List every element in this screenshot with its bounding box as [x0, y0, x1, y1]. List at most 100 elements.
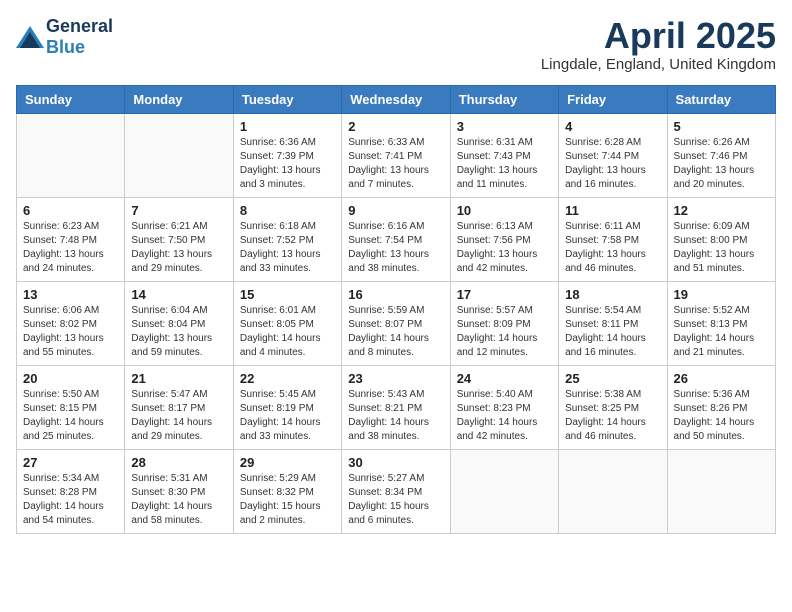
- day-info: Sunrise: 6:36 AM Sunset: 7:39 PM Dayligh…: [240, 136, 335, 192]
- day-info: Sunrise: 5:54 AM Sunset: 8:11 PM Dayligh…: [565, 304, 660, 360]
- day-number: 13: [23, 287, 118, 302]
- calendar-cell: 26 Sunrise: 5:36 AM Sunset: 8:26 PM Dayli…: [667, 365, 775, 449]
- day-info: Sunrise: 5:34 AM Sunset: 8:28 PM Dayligh…: [23, 472, 118, 528]
- day-number: 17: [457, 287, 552, 302]
- day-number: 22: [240, 371, 335, 386]
- weekday-header-monday: Monday: [125, 85, 233, 113]
- week-row-4: 20 Sunrise: 5:50 AM Sunset: 8:15 PM Dayli…: [17, 365, 776, 449]
- day-number: 2: [348, 119, 443, 134]
- calendar-cell: [667, 449, 775, 533]
- day-info: Sunrise: 6:31 AM Sunset: 7:43 PM Dayligh…: [457, 136, 552, 192]
- day-info: Sunrise: 6:18 AM Sunset: 7:52 PM Dayligh…: [240, 220, 335, 276]
- day-number: 23: [348, 371, 443, 386]
- day-info: Sunrise: 6:26 AM Sunset: 7:46 PM Dayligh…: [674, 136, 769, 192]
- calendar-cell: [559, 449, 667, 533]
- day-number: 3: [457, 119, 552, 134]
- day-info: Sunrise: 6:01 AM Sunset: 8:05 PM Dayligh…: [240, 304, 335, 360]
- day-number: 5: [674, 119, 769, 134]
- calendar-cell: 21 Sunrise: 5:47 AM Sunset: 8:17 PM Dayli…: [125, 365, 233, 449]
- weekday-header-friday: Friday: [559, 85, 667, 113]
- day-info: Sunrise: 6:04 AM Sunset: 8:04 PM Dayligh…: [131, 304, 226, 360]
- day-number: 11: [565, 203, 660, 218]
- day-number: 1: [240, 119, 335, 134]
- week-row-1: 1 Sunrise: 6:36 AM Sunset: 7:39 PM Daylig…: [17, 113, 776, 197]
- calendar-cell: 7 Sunrise: 6:21 AM Sunset: 7:50 PM Daylig…: [125, 197, 233, 281]
- calendar-cell: 25Sunrise: 5:38 AM Sunset: 8:25 PM Dayli…: [559, 365, 667, 449]
- day-info: Sunrise: 5:29 AM Sunset: 8:32 PM Dayligh…: [240, 472, 335, 528]
- calendar-cell: 3 Sunrise: 6:31 AM Sunset: 7:43 PM Daylig…: [450, 113, 558, 197]
- calendar-cell: 8Sunrise: 6:18 AM Sunset: 7:52 PM Daylig…: [233, 197, 341, 281]
- day-number: 10: [457, 203, 552, 218]
- day-info: Sunrise: 5:57 AM Sunset: 8:09 PM Dayligh…: [457, 304, 552, 360]
- calendar-cell: 16Sunrise: 5:59 AM Sunset: 8:07 PM Dayli…: [342, 281, 450, 365]
- weekday-header-sunday: Sunday: [17, 85, 125, 113]
- day-number: 21: [131, 371, 226, 386]
- day-number: 26: [674, 371, 769, 386]
- day-number: 29: [240, 455, 335, 470]
- day-info: Sunrise: 6:11 AM Sunset: 7:58 PM Dayligh…: [565, 220, 660, 276]
- day-info: Sunrise: 5:36 AM Sunset: 8:26 PM Dayligh…: [674, 388, 769, 444]
- day-info: Sunrise: 6:06 AM Sunset: 8:02 PM Dayligh…: [23, 304, 118, 360]
- day-number: 30: [348, 455, 443, 470]
- week-row-5: 27 Sunrise: 5:34 AM Sunset: 8:28 PM Dayli…: [17, 449, 776, 533]
- day-number: 9: [348, 203, 443, 218]
- month-title: April 2025: [541, 16, 776, 56]
- day-info: Sunrise: 6:21 AM Sunset: 7:50 PM Dayligh…: [131, 220, 226, 276]
- day-number: 6: [23, 203, 118, 218]
- weekday-header-tuesday: Tuesday: [233, 85, 341, 113]
- day-info: Sunrise: 5:40 AM Sunset: 8:23 PM Dayligh…: [457, 388, 552, 444]
- calendar-cell: 2Sunrise: 6:33 AM Sunset: 7:41 PM Daylig…: [342, 113, 450, 197]
- day-number: 14: [131, 287, 226, 302]
- week-row-2: 6Sunrise: 6:23 AM Sunset: 7:48 PM Daylig…: [17, 197, 776, 281]
- calendar-cell: 4 Sunrise: 6:28 AM Sunset: 7:44 PM Daylig…: [559, 113, 667, 197]
- day-number: 18: [565, 287, 660, 302]
- logo-icon: [16, 26, 44, 48]
- day-info: Sunrise: 5:50 AM Sunset: 8:15 PM Dayligh…: [23, 388, 118, 444]
- day-info: Sunrise: 6:28 AM Sunset: 7:44 PM Dayligh…: [565, 136, 660, 192]
- calendar-cell: 30 Sunrise: 5:27 AM Sunset: 8:34 PM Dayli…: [342, 449, 450, 533]
- day-info: Sunrise: 5:45 AM Sunset: 8:19 PM Dayligh…: [240, 388, 335, 444]
- title-block: April 2025 Lingdale, England, United Kin…: [541, 16, 776, 73]
- calendar-cell: 15 Sunrise: 6:01 AM Sunset: 8:05 PM Dayli…: [233, 281, 341, 365]
- day-number: 20: [23, 371, 118, 386]
- weekday-header-thursday: Thursday: [450, 85, 558, 113]
- day-number: 27: [23, 455, 118, 470]
- calendar-cell: 23Sunrise: 5:43 AM Sunset: 8:21 PM Dayli…: [342, 365, 450, 449]
- weekday-header-row: SundayMondayTuesdayWednesdayThursdayFrid…: [17, 85, 776, 113]
- day-info: Sunrise: 6:13 AM Sunset: 7:56 PM Dayligh…: [457, 220, 552, 276]
- day-info: Sunrise: 5:31 AM Sunset: 8:30 PM Dayligh…: [131, 472, 226, 528]
- calendar-table: SundayMondayTuesdayWednesdayThursdayFrid…: [16, 85, 776, 534]
- weekday-header-saturday: Saturday: [667, 85, 775, 113]
- day-number: 7: [131, 203, 226, 218]
- calendar-cell: 6Sunrise: 6:23 AM Sunset: 7:48 PM Daylig…: [17, 197, 125, 281]
- calendar-cell: 20 Sunrise: 5:50 AM Sunset: 8:15 PM Dayli…: [17, 365, 125, 449]
- day-info: Sunrise: 5:59 AM Sunset: 8:07 PM Dayligh…: [348, 304, 443, 360]
- day-number: 28: [131, 455, 226, 470]
- calendar-cell: 24 Sunrise: 5:40 AM Sunset: 8:23 PM Dayli…: [450, 365, 558, 449]
- logo-blue-text: Blue: [46, 37, 85, 57]
- calendar-cell: 9 Sunrise: 6:16 AM Sunset: 7:54 PM Daylig…: [342, 197, 450, 281]
- calendar-cell: 22 Sunrise: 5:45 AM Sunset: 8:19 PM Dayli…: [233, 365, 341, 449]
- calendar-cell: 1 Sunrise: 6:36 AM Sunset: 7:39 PM Daylig…: [233, 113, 341, 197]
- page-header: General Blue April 2025 Lingdale, Englan…: [16, 16, 776, 73]
- calendar-cell: 13 Sunrise: 6:06 AM Sunset: 8:02 PM Dayli…: [17, 281, 125, 365]
- calendar-cell: 12Sunrise: 6:09 AM Sunset: 8:00 PM Dayli…: [667, 197, 775, 281]
- calendar-cell: 29 Sunrise: 5:29 AM Sunset: 8:32 PM Dayli…: [233, 449, 341, 533]
- day-number: 15: [240, 287, 335, 302]
- calendar-cell: [17, 113, 125, 197]
- day-number: 4: [565, 119, 660, 134]
- day-number: 24: [457, 371, 552, 386]
- calendar-cell: 11 Sunrise: 6:11 AM Sunset: 7:58 PM Dayli…: [559, 197, 667, 281]
- day-info: Sunrise: 6:16 AM Sunset: 7:54 PM Dayligh…: [348, 220, 443, 276]
- weekday-header-wednesday: Wednesday: [342, 85, 450, 113]
- day-number: 12: [674, 203, 769, 218]
- calendar-cell: 18 Sunrise: 5:54 AM Sunset: 8:11 PM Dayli…: [559, 281, 667, 365]
- logo-general-text: General: [46, 16, 113, 36]
- day-info: Sunrise: 5:47 AM Sunset: 8:17 PM Dayligh…: [131, 388, 226, 444]
- calendar-cell: 19Sunrise: 5:52 AM Sunset: 8:13 PM Dayli…: [667, 281, 775, 365]
- logo: General Blue: [16, 16, 113, 58]
- calendar-cell: 17 Sunrise: 5:57 AM Sunset: 8:09 PM Dayli…: [450, 281, 558, 365]
- day-info: Sunrise: 5:27 AM Sunset: 8:34 PM Dayligh…: [348, 472, 443, 528]
- day-info: Sunrise: 5:38 AM Sunset: 8:25 PM Dayligh…: [565, 388, 660, 444]
- week-row-3: 13 Sunrise: 6:06 AM Sunset: 8:02 PM Dayli…: [17, 281, 776, 365]
